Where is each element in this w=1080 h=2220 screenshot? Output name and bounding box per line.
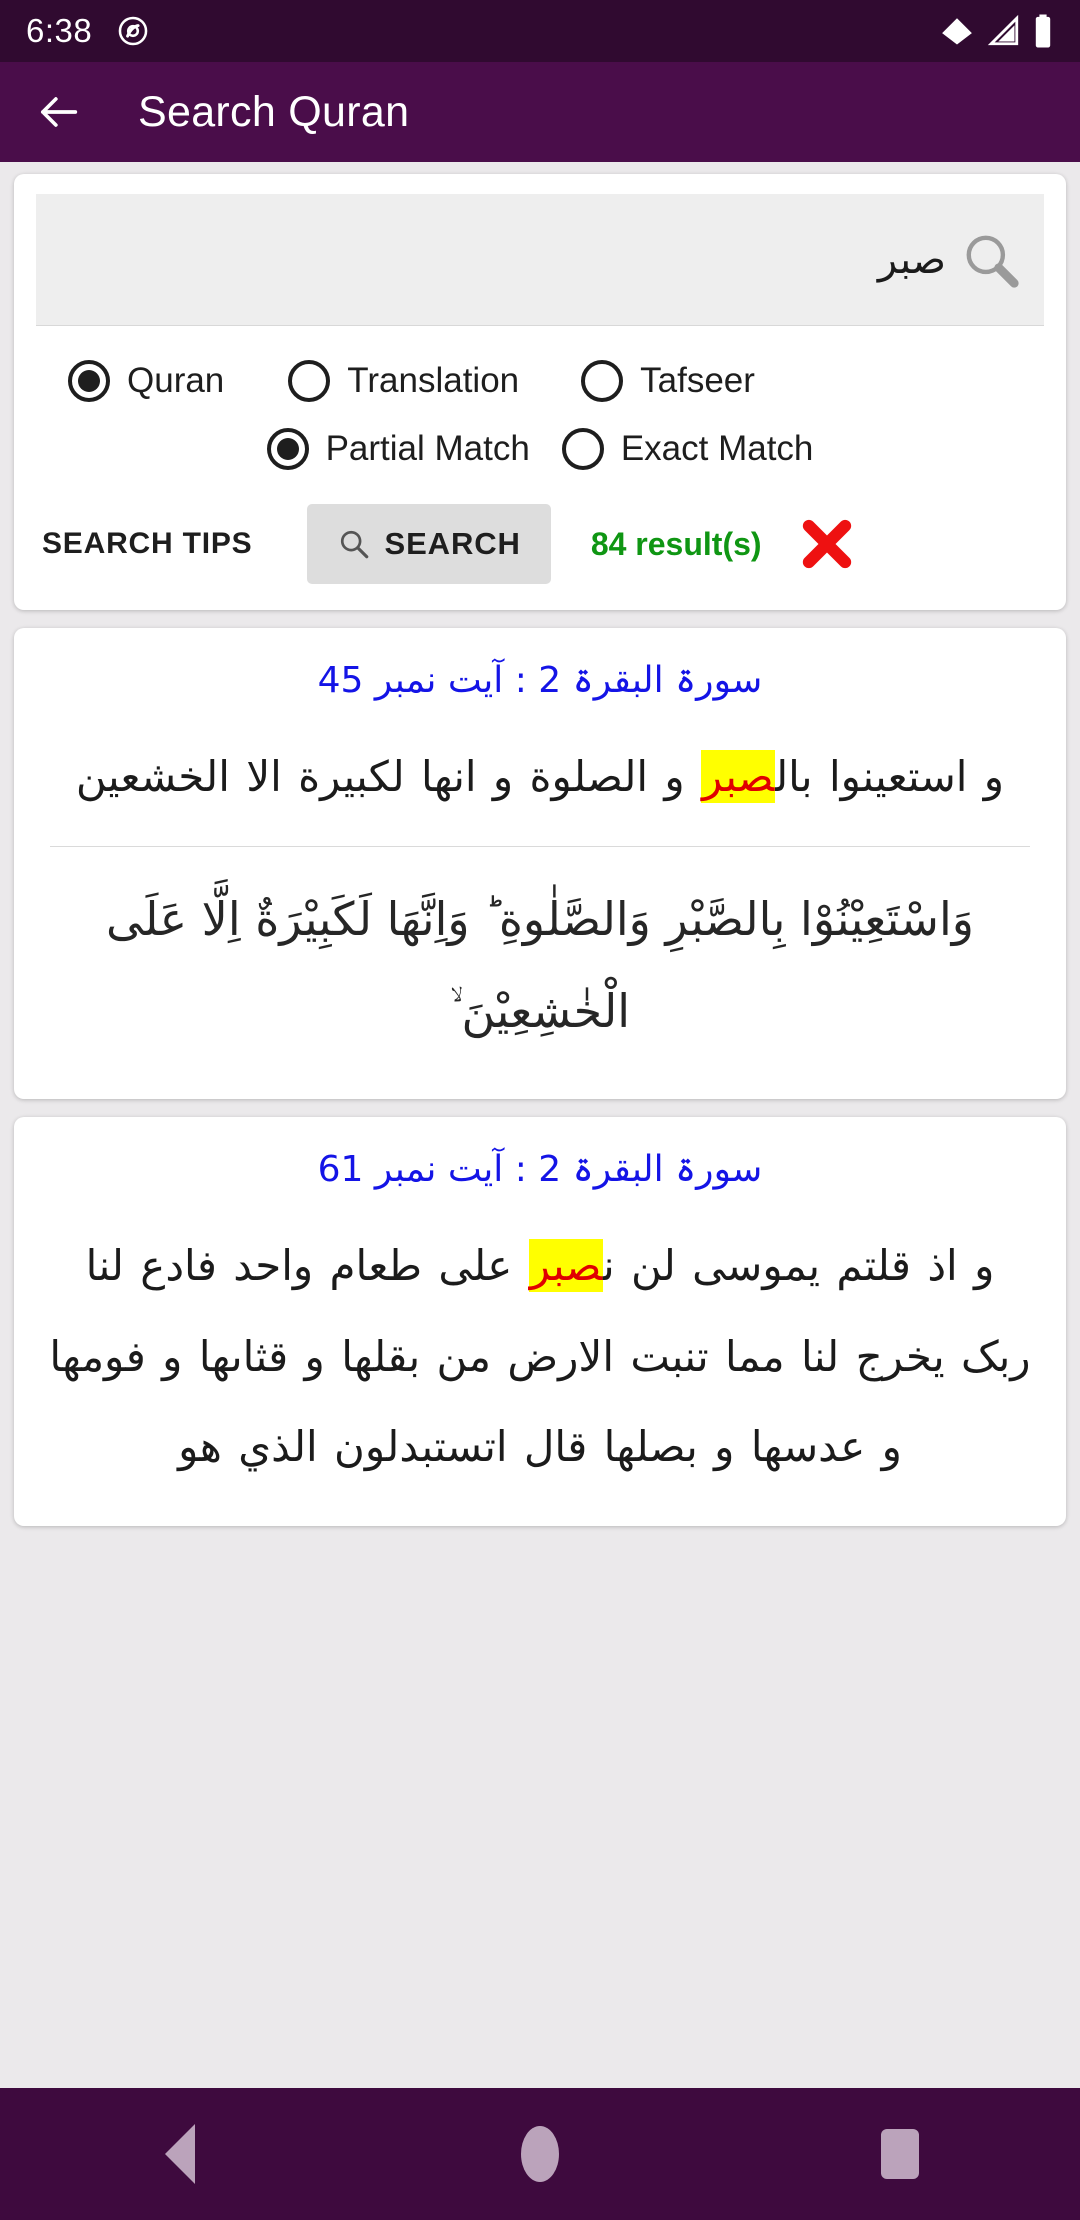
radio-circle-exact-match bbox=[561, 428, 604, 470]
search-input-field[interactable]: صبر bbox=[36, 194, 1044, 326]
close-x-icon[interactable] bbox=[798, 515, 856, 573]
radio-circle-translation bbox=[288, 360, 331, 402]
app-notification-icon bbox=[118, 16, 148, 46]
radio-option-quran[interactable]: Quran bbox=[68, 360, 224, 402]
search-match-radio-group: Partial Match Exact Match bbox=[36, 428, 1044, 470]
result-count-text: 84 result(s) bbox=[590, 525, 762, 562]
scroll-content[interactable]: صبر Quran Translation Tafseer Partial Ma… bbox=[0, 162, 1080, 2088]
search-icon bbox=[340, 530, 368, 559]
nav-home-button[interactable] bbox=[465, 2088, 615, 2220]
status-bar-clock: 6:38 bbox=[26, 12, 93, 49]
radio-circle-quran bbox=[68, 360, 110, 402]
signal-icon bbox=[987, 14, 1019, 46]
app-screen: 6:38 Search Quran صبر Quran Translation … bbox=[0, 0, 1080, 2220]
back-navigation-button[interactable] bbox=[22, 76, 94, 148]
arabic-ayat-text: وَاسْتَعِيْنُوْا بِالصَّبْرِ وَالصَّلٰوة… bbox=[106, 892, 974, 1039]
system-navigation-bar bbox=[0, 2088, 1080, 2220]
search-action-row: SEARCH TIPS SEARCH 84 result(s) bbox=[36, 504, 1044, 584]
radio-option-exact-match[interactable]: Exact Match bbox=[561, 428, 814, 470]
radio-label-quran: Quran bbox=[127, 361, 225, 400]
urdu-segment-before: و اذ قلتم يموسى لن ن bbox=[603, 1241, 995, 1291]
radio-option-partial-match[interactable]: Partial Match bbox=[266, 428, 530, 470]
urdu-segment-before: و استعينوا بال bbox=[775, 752, 1005, 801]
page-title: Search Quran bbox=[138, 87, 410, 136]
urdu-translation-text: و اذ قلتم يموسى لن نصبر على طعام واحد فا… bbox=[44, 1215, 1036, 1510]
wifi-icon bbox=[942, 18, 972, 45]
search-source-radio-group: Quran Translation Tafseer bbox=[36, 360, 1044, 402]
radio-option-tafseer[interactable]: Tafseer bbox=[581, 360, 755, 402]
radio-label-exact-match: Exact Match bbox=[620, 429, 814, 468]
app-bar: Search Quran bbox=[0, 62, 1080, 162]
search-button-label: SEARCH bbox=[384, 526, 521, 561]
search-panel-card: صبر Quran Translation Tafseer Partial Ma… bbox=[14, 174, 1066, 610]
status-bar-notification-area bbox=[116, 14, 150, 48]
magnifier-icon bbox=[966, 235, 1019, 288]
nav-recents-button[interactable] bbox=[825, 2088, 975, 2220]
search-result-card[interactable]: سورۃ البقرۃ 2 : آیت نمبر 61 و اذ قلتم يم… bbox=[14, 1117, 1066, 1527]
radio-label-tafseer: Tafseer bbox=[640, 361, 755, 400]
ayat-reference: سورۃ البقرۃ 2 : آیت نمبر 61 bbox=[317, 1149, 763, 1191]
ayat-reference: سورۃ البقرۃ 2 : آیت نمبر 45 bbox=[317, 660, 763, 701]
radio-circle-partial-match bbox=[266, 428, 309, 470]
urdu-segment-after: و الصلوة و انها لكبيرة الا الخشعين bbox=[75, 752, 702, 801]
status-bar: 6:38 bbox=[0, 0, 1080, 62]
search-button[interactable]: SEARCH bbox=[306, 504, 551, 584]
search-input-value: صبر bbox=[877, 236, 946, 283]
status-bar-system-icons bbox=[938, 13, 1054, 49]
urdu-highlighted-term: صبر bbox=[701, 750, 776, 803]
urdu-highlighted-term: صبر bbox=[528, 1239, 604, 1293]
square-recents-icon bbox=[881, 2129, 919, 2179]
search-tips-link[interactable]: SEARCH TIPS bbox=[36, 513, 259, 575]
radio-circle-tafseer bbox=[581, 360, 624, 402]
search-result-card[interactable]: سورۃ البقرۃ 2 : آیت نمبر 45 و استعينوا ب… bbox=[14, 628, 1066, 1100]
battery-icon bbox=[1035, 14, 1051, 48]
radio-option-translation[interactable]: Translation bbox=[288, 360, 519, 402]
urdu-translation-text: و استعينوا بالصبر و الصلوة و انها لكبيرة… bbox=[44, 726, 1036, 840]
radio-label-partial-match: Partial Match bbox=[325, 429, 530, 468]
circle-home-icon bbox=[521, 2126, 559, 2182]
triangle-back-icon bbox=[165, 2124, 195, 2184]
radio-label-translation: Translation bbox=[347, 361, 520, 400]
nav-back-button[interactable] bbox=[105, 2088, 255, 2220]
arrow-left-icon bbox=[40, 97, 78, 127]
